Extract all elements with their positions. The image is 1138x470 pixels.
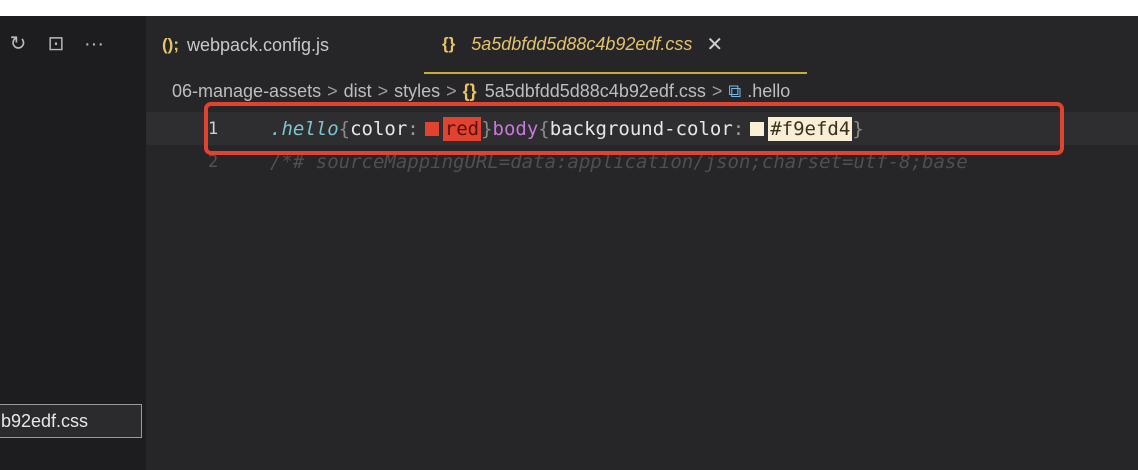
tab-css-file[interactable]: {} 5a5dbfdd5d88c4b92edf.css ✕ (424, 16, 807, 74)
color-swatch-red[interactable] (424, 121, 439, 136)
js-file-icon: (); (162, 35, 179, 54)
css-selector: .hello (270, 117, 339, 140)
top-strip (0, 0, 1138, 16)
breadcrumb-folder-project[interactable]: 06-manage-assets (172, 81, 321, 102)
css-file-icon: {} (442, 34, 456, 53)
css-selector-body: body (492, 117, 539, 140)
close-brace: } (852, 117, 864, 140)
line-number: 1 (208, 118, 219, 139)
breadcrumb-symbol[interactable]: .hello (747, 81, 790, 102)
breadcrumb-file[interactable]: 5a5dbfdd5d88c4b92edf.css (485, 81, 706, 102)
explorer-sidebar: ↻ ⊡ ··· b92edf.css (0, 16, 146, 470)
css-property: color (350, 117, 408, 140)
more-actions-icon[interactable]: ··· (84, 34, 104, 54)
colon: : (407, 117, 419, 140)
close-tab-icon[interactable]: ✕ (706, 32, 723, 57)
code-area[interactable]: 1 .hello { color : red } body { backgrou… (146, 112, 1138, 178)
breadcrumb-separator: > (377, 80, 389, 101)
tab-label: webpack.config.js (186, 34, 330, 55)
css-value-red: red (442, 116, 482, 141)
color-swatch-cream[interactable] (750, 121, 765, 136)
symbol-class-icon: ⧉ (728, 80, 742, 101)
breadcrumb: 06-manage-assets > dist > styles > {} 5a… (172, 78, 790, 104)
breadcrumb-folder-styles[interactable]: styles (394, 81, 440, 102)
code-line-2[interactable]: 2 /*# sourceMappingURL=data:application/… (146, 145, 1138, 178)
tab-bar: (); webpack.config.js {} 5a5dbfdd5d88c4b… (146, 16, 1138, 74)
sidebar-toolbar: ↻ ⊡ ··· (8, 34, 104, 54)
tab-label: 5a5dbfdd5d88c4b92edf.css (471, 33, 693, 54)
editor-pane: (); webpack.config.js {} 5a5dbfdd5d88c4b… (146, 16, 1138, 470)
breadcrumb-separator: > (446, 80, 457, 101)
css-file-icon: {} (462, 80, 477, 101)
tab-webpack-config[interactable]: (); webpack.config.js (162, 16, 329, 74)
line-number: 2 (208, 151, 219, 172)
breadcrumb-folder-dist[interactable]: dist (344, 81, 372, 102)
breadcrumb-separator: > (327, 80, 338, 101)
close-brace: } (481, 117, 493, 140)
refresh-icon[interactable]: ↻ (8, 34, 28, 54)
open-brace: { (338, 117, 351, 140)
css-value-hex: #f9efd4 (768, 116, 853, 141)
breadcrumb-separator: > (711, 80, 723, 101)
source-map-comment: /*# sourceMappingURL=data:application/js… (270, 150, 968, 173)
collapse-all-icon[interactable]: ⊡ (46, 34, 66, 54)
code-line-1[interactable]: 1 .hello { color : red } body { backgrou… (146, 112, 1138, 145)
sidebar-file-item[interactable]: b92edf.css (0, 404, 142, 438)
open-brace: { (538, 117, 550, 140)
css-property: background-color (549, 117, 733, 140)
colon: : (732, 117, 745, 140)
